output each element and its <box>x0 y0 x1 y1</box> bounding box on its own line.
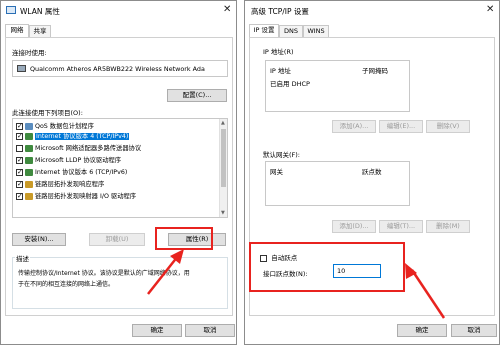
protocol-icon <box>25 122 33 130</box>
ok-button[interactable]: 确定 <box>397 324 447 337</box>
items-list: QoS 数据包计划程序 Internet 协议版本 4 (TCP/IPv4) M… <box>12 118 228 218</box>
install-button[interactable]: 安装(N)... <box>12 233 66 246</box>
checkbox[interactable] <box>16 179 23 189</box>
gateway-list: 网关 跃点数 <box>265 161 410 206</box>
ip-address-list: IP 地址 子网掩码 已启用 DHCP <box>265 60 410 112</box>
uninstall-button[interactable]: 卸载(U) <box>89 233 145 246</box>
ip-column-header: IP 地址 <box>270 67 291 75</box>
items-label: 此连接使用下列项目(O): <box>12 109 83 117</box>
tab-wins[interactable]: WINS <box>303 25 329 37</box>
list-item[interactable]: QoS 数据包计划程序 <box>16 121 94 132</box>
gateway-group-title: 默认网关(F): <box>262 149 302 159</box>
subnet-column-header: 子网掩码 <box>362 67 388 75</box>
checkbox[interactable] <box>16 121 23 131</box>
scroll-down-icon[interactable]: ▼ <box>221 210 225 216</box>
tab-network[interactable]: 网络 <box>5 24 29 37</box>
protocol-icon <box>25 180 33 188</box>
metric-highlight-box <box>249 242 405 292</box>
protocol-icon <box>25 132 33 140</box>
list-item[interactable]: 链路层拓扑发现响应程序 <box>16 179 104 190</box>
protocol-icon <box>25 192 33 200</box>
tab-sharing[interactable]: 共享 <box>29 25 51 37</box>
checkbox[interactable] <box>16 167 23 177</box>
cancel-button[interactable]: 取消 <box>451 324 497 337</box>
network-tab-panel: 连接时使用: Qualcomm Atheros AR5BWB222 Wirele… <box>5 37 233 316</box>
pointer-arrow-icon <box>147 249 184 295</box>
list-item[interactable]: Internet 协议版本 6 (TCP/IPv6) <box>16 167 127 178</box>
description-group: 描述 传输控制协议/Internet 协议。该协议是默认的广域网络协议，用 于在… <box>12 253 228 309</box>
gateway-add-button[interactable]: 添加(D)... <box>332 220 376 233</box>
protocol-icon <box>25 144 33 152</box>
protocol-icon <box>25 156 33 164</box>
title-bar: 高级 TCP/IP 设置 ✕ <box>245 1 499 22</box>
ok-button[interactable]: 确定 <box>132 324 182 337</box>
network-icon <box>6 6 16 14</box>
dhcp-status: 已启用 DHCP <box>270 80 310 88</box>
description-line-2: 于在不同的相互连接的网络上通信。 <box>18 281 115 288</box>
adapter-name: Qualcomm Atheros AR5BWB222 Wireless Netw… <box>30 65 205 73</box>
cancel-button[interactable]: 取消 <box>185 324 235 337</box>
gateway-column-header: 网关 <box>270 168 283 176</box>
scroll-up-icon[interactable]: ▲ <box>221 120 225 126</box>
list-item-ipv4[interactable]: Internet 协议版本 4 (TCP/IPv4) <box>16 131 130 142</box>
wlan-properties-dialog: WLAN 属性 ✕ 网络 共享 连接时使用: Qualcomm Atheros … <box>0 0 237 345</box>
list-item[interactable]: 链路层拓扑发现映射器 I/O 驱动程序 <box>16 191 136 202</box>
tab-dns[interactable]: DNS <box>279 25 303 37</box>
ip-add-button[interactable]: 添加(A)... <box>332 120 376 133</box>
configure-button[interactable]: 配置(C)... <box>167 89 227 102</box>
metric-column-header: 跃点数 <box>362 168 382 176</box>
adapter-icon <box>17 65 26 72</box>
tab-ip-settings[interactable]: IP 设置 <box>249 24 279 37</box>
close-icon[interactable]: ✕ <box>486 4 494 15</box>
gateway-edit-button[interactable]: 编辑(T)... <box>379 220 423 233</box>
checkbox[interactable] <box>16 155 23 165</box>
gateway-delete-button[interactable]: 删除(M) <box>426 220 470 233</box>
ip-group-title: IP 地址(R) <box>262 46 295 56</box>
ip-edit-button[interactable]: 编辑(E)... <box>379 120 423 133</box>
title-bar: WLAN 属性 ✕ <box>1 1 236 22</box>
checkbox[interactable] <box>16 131 23 141</box>
checkbox[interactable] <box>16 191 23 201</box>
protocol-icon <box>25 168 33 176</box>
ip-delete-button[interactable]: 删除(V) <box>426 120 470 133</box>
description-title: 描述 <box>15 253 30 263</box>
pointer-arrow-icon <box>405 263 446 319</box>
adapter-box: Qualcomm Atheros AR5BWB222 Wireless Netw… <box>12 60 228 77</box>
properties-highlight-box <box>155 227 213 250</box>
checkbox[interactable] <box>16 144 23 152</box>
dialog-title: WLAN 属性 <box>20 7 60 16</box>
list-item[interactable]: Microsoft LLDP 协议驱动程序 <box>16 155 121 166</box>
scroll-thumb[interactable] <box>221 129 226 187</box>
scrollbar[interactable]: ▲ ▼ <box>219 119 227 217</box>
close-icon[interactable]: ✕ <box>223 4 231 15</box>
list-item[interactable]: Microsoft 网络适配器多路传送器协议 <box>16 144 141 154</box>
connect-using-label: 连接时使用: <box>12 49 47 57</box>
advanced-tcpip-dialog: 高级 TCP/IP 设置 ✕ IP 设置 DNS WINS IP 地址(R) I… <box>244 0 500 345</box>
dialog-title: 高级 TCP/IP 设置 <box>251 7 309 16</box>
